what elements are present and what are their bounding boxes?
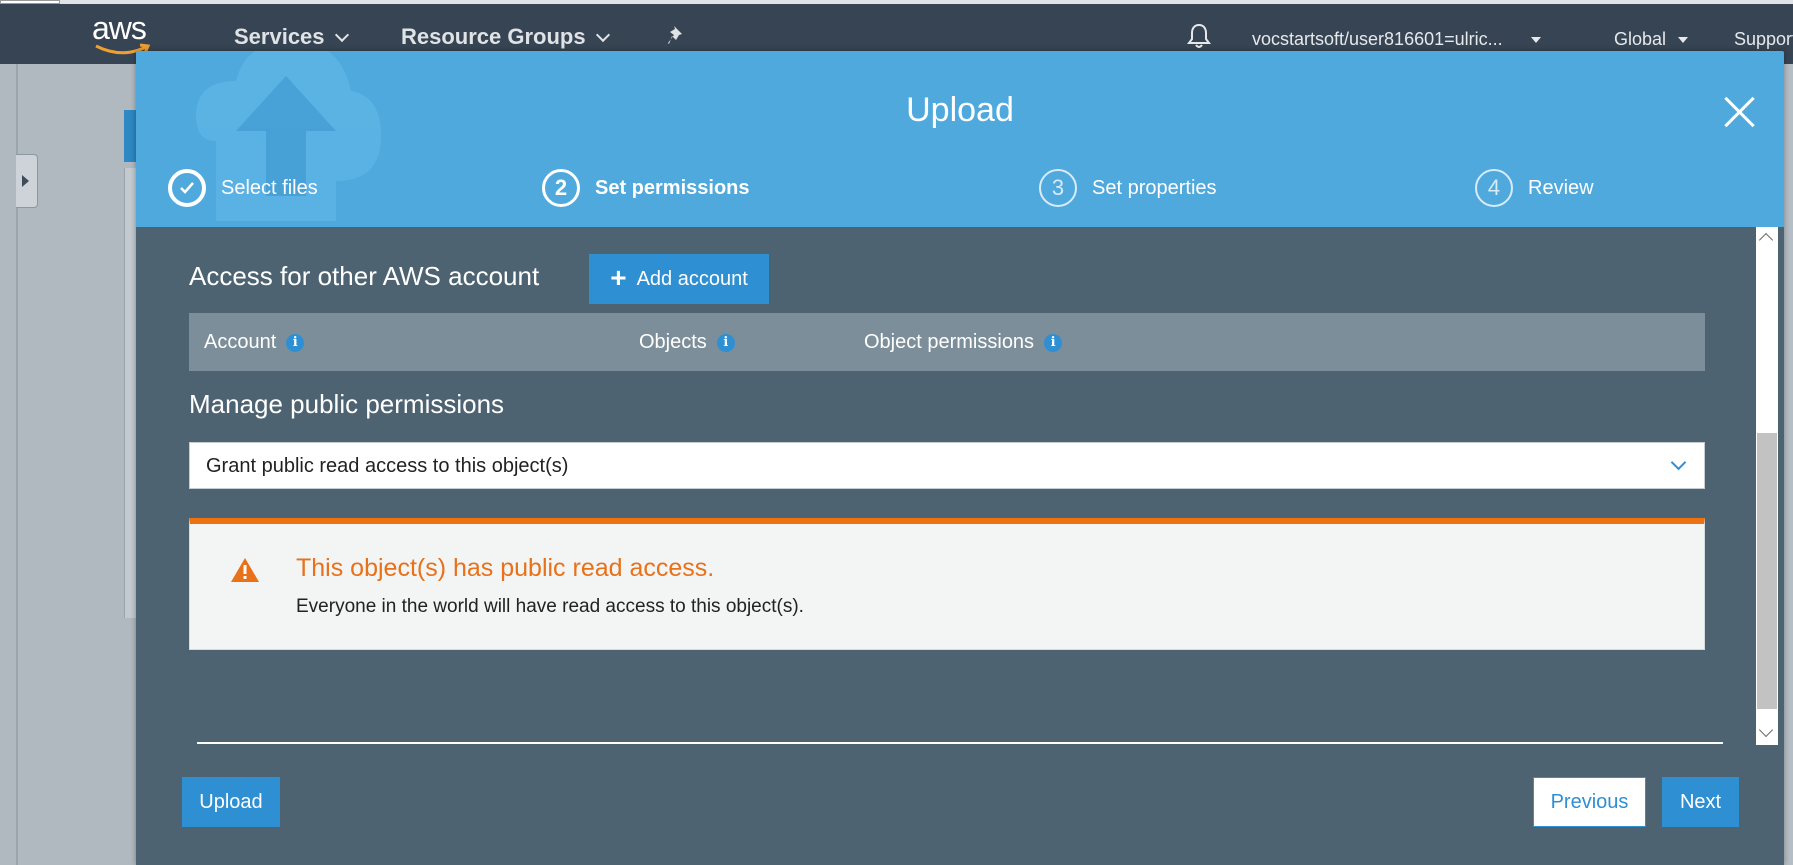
warning-icon	[231, 558, 259, 582]
modal-title: Upload	[906, 91, 1014, 129]
close-icon[interactable]	[1722, 95, 1756, 129]
account-menu[interactable]: vocstartsoft/user816601=ulric...	[1252, 29, 1541, 50]
step-number: 2	[542, 169, 580, 207]
step-number: 3	[1039, 169, 1077, 207]
footer-divider	[197, 742, 1723, 744]
other-account-title: Access for other AWS account	[189, 261, 540, 291]
add-account-label: Add account	[636, 267, 748, 290]
region-menu[interactable]: Global	[1614, 29, 1689, 50]
aws-logo-text: aws	[92, 10, 147, 46]
step-select-files[interactable]: Select files	[168, 169, 318, 207]
alert-title: This object(s) has public read access.	[296, 554, 715, 582]
public-permissions-select[interactable]: Grant public read access to this object(…	[189, 442, 1705, 489]
scroll-up-icon[interactable]	[1758, 232, 1774, 248]
column-object-permissions: Object permissions i	[864, 331, 1063, 354]
chevron-down-icon	[1670, 454, 1687, 471]
previous-button[interactable]: Previous	[1533, 777, 1646, 827]
step-label: Select files	[221, 176, 318, 199]
info-icon[interactable]: i	[286, 333, 305, 352]
caret-down-icon	[1530, 36, 1541, 43]
step-label: Review	[1528, 176, 1594, 199]
plus-icon: +	[610, 261, 627, 293]
column-label: Object permissions	[864, 331, 1035, 353]
info-icon[interactable]: i	[1044, 333, 1063, 352]
info-icon[interactable]: i	[716, 333, 735, 352]
resource-groups-label: Resource Groups	[401, 24, 586, 49]
pin-icon[interactable]	[666, 24, 688, 53]
alert-message: Everyone in the world will have read acc…	[296, 596, 804, 617]
window-corner	[0, 0, 60, 4]
step-set-permissions[interactable]: 2 Set permissions	[542, 169, 750, 207]
scroll-down-icon[interactable]	[1758, 722, 1774, 738]
support-label: Support	[1734, 29, 1793, 49]
chevron-down-icon	[595, 27, 610, 42]
modal-scrollbar[interactable]	[1756, 227, 1778, 745]
aws-logo[interactable]: aws	[92, 10, 154, 56]
step-number: 4	[1475, 169, 1513, 207]
resource-groups-menu[interactable]: Resource Groups	[401, 24, 610, 50]
step-label: Set permissions	[595, 176, 750, 199]
column-account: Account i	[204, 331, 305, 354]
column-label: Account	[204, 331, 277, 353]
step-set-properties[interactable]: 3 Set properties	[1039, 169, 1217, 207]
upload-button[interactable]: Upload	[182, 777, 280, 827]
public-access-warning: This object(s) has public read access. E…	[189, 518, 1705, 650]
chevron-down-icon	[334, 27, 349, 42]
selected-option: Grant public read access to this object(…	[206, 455, 569, 477]
modal-header: Upload Select files 2 Set permissions 3 …	[136, 51, 1784, 227]
step-label: Set properties	[1092, 176, 1217, 199]
column-objects: Objects i	[639, 331, 735, 354]
step-review[interactable]: 4 Review	[1475, 169, 1594, 207]
services-menu[interactable]: Services	[234, 24, 349, 50]
services-label: Services	[234, 24, 325, 49]
next-button[interactable]: Next	[1662, 777, 1739, 827]
add-account-button[interactable]: + Add account	[589, 254, 769, 304]
caret-down-icon	[1678, 36, 1689, 43]
sidebar-toggle-button[interactable]	[16, 154, 38, 208]
region-label: Global	[1614, 29, 1667, 49]
account-label: vocstartsoft/user816601=ulric...	[1252, 29, 1503, 49]
support-menu[interactable]: Support	[1734, 29, 1793, 50]
upload-modal: Upload Select files 2 Set permissions 3 …	[136, 51, 1784, 865]
checkmark-icon	[168, 169, 206, 207]
scrollbar-thumb[interactable]	[1757, 433, 1777, 709]
column-label: Objects	[639, 331, 707, 353]
public-permissions-title: Manage public permissions	[189, 389, 505, 419]
accounts-table-header: Account i Objects i Object permissions i	[189, 313, 1705, 371]
